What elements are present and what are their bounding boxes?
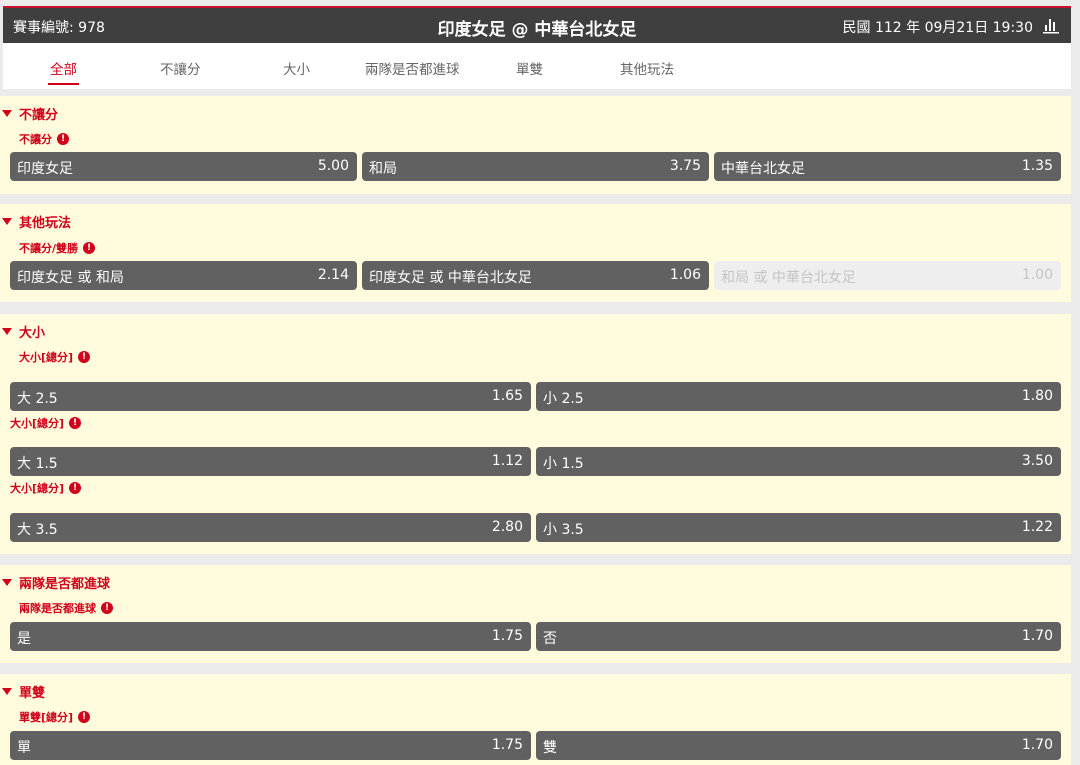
market-label: 大小[總分]!	[10, 480, 82, 496]
market-tabs: 全部 不讓分 大小 兩隊是否都進球 單雙 其他玩法	[3, 43, 1071, 89]
selection-row: 大 2.5 1.65 小 2.5 1.80	[10, 382, 1061, 411]
collapse-triangle-icon[interactable]	[2, 218, 12, 225]
collapse-triangle-icon[interactable]	[2, 688, 12, 695]
tab-both-teams-score[interactable]: 兩隊是否都進球	[365, 58, 460, 78]
odds-button[interactable]: 小 1.5 3.50	[536, 447, 1061, 476]
odds-button[interactable]: 大 1.5 1.12	[10, 447, 531, 476]
odds-button[interactable]: 否 1.70	[536, 622, 1061, 651]
collapse-triangle-icon[interactable]	[2, 579, 12, 586]
section-no-handicap: 不讓分 不讓分! 印度女足 5.00 和局 3.75 中華台北女足 1.35	[0, 96, 1071, 194]
info-icon[interactable]: !	[69, 482, 82, 494]
collapse-triangle-icon[interactable]	[2, 110, 12, 117]
section-title: 不讓分	[19, 108, 59, 123]
odds-button[interactable]: 印度女足 或 和局 2.14	[10, 261, 357, 290]
odds-button[interactable]: 印度女足 或 中華台北女足 1.06	[362, 261, 709, 290]
odds-button[interactable]: 是 1.75	[10, 622, 531, 651]
match-header: 賽事編號: 978 印度女足 @ 中華台北女足 民國 112 年 09月21日 …	[3, 6, 1071, 43]
odds-button[interactable]: 印度女足 5.00	[10, 152, 357, 181]
odds-button[interactable]: 小 3.5 1.22	[536, 513, 1061, 542]
market-label: 大小[總分]!	[10, 415, 82, 431]
section-header[interactable]: 單雙	[0, 682, 45, 701]
section-header[interactable]: 兩隊是否都進球	[0, 573, 110, 592]
section-over-under: 大小 大小[總分]! 大 2.5 1.65 小 2.5 1.80 大小[總分]! 大…	[0, 314, 1071, 554]
odds-button[interactable]: 小 2.5 1.80	[536, 382, 1061, 411]
info-icon[interactable]: !	[101, 602, 113, 614]
info-icon[interactable]: !	[69, 417, 82, 429]
tab-other-markets[interactable]: 其他玩法	[620, 58, 674, 78]
market-label: 大小[總分]!	[19, 349, 91, 365]
section-title: 兩隊是否都進球	[19, 577, 111, 592]
selection-row: 是 1.75 否 1.70	[10, 622, 1061, 651]
tab-all[interactable]: 全部	[48, 58, 79, 85]
odds-button[interactable]: 中華台北女足 1.35	[714, 152, 1061, 181]
selection-row: 大 3.5 2.80 小 3.5 1.22	[10, 513, 1061, 542]
section-header[interactable]: 不讓分	[0, 104, 58, 123]
section-title: 單雙	[19, 686, 46, 701]
market-label: 不讓分/雙勝!	[19, 240, 96, 256]
selection-row: 大 1.5 1.12 小 1.5 3.50	[10, 447, 1061, 476]
section-both-teams-score: 兩隊是否都進球 兩隊是否都進球! 是 1.75 否 1.70	[0, 565, 1071, 663]
selection-row: 印度女足 5.00 和局 3.75 中華台北女足 1.35	[10, 152, 1061, 181]
tab-odd-even[interactable]: 單雙	[516, 58, 543, 78]
tab-over-under[interactable]: 大小	[283, 58, 310, 78]
selection-row: 印度女足 或 和局 2.14 印度女足 或 中華台北女足 1.06 和局 或 中華台…	[10, 261, 1061, 290]
info-icon[interactable]: !	[78, 711, 91, 723]
info-icon[interactable]: !	[57, 133, 69, 145]
section-title: 大小	[19, 326, 46, 341]
tab-no-handicap[interactable]: 不讓分	[160, 58, 201, 78]
collapse-triangle-icon[interactable]	[2, 328, 12, 335]
market-label: 單雙[總分]!	[19, 709, 91, 725]
odds-button[interactable]: 雙 1.70	[536, 731, 1061, 760]
section-title: 其他玩法	[19, 216, 72, 231]
info-icon[interactable]: !	[83, 242, 96, 254]
market-label: 兩隊是否都進球!	[19, 600, 113, 616]
odds-button[interactable]: 大 3.5 2.80	[10, 513, 531, 542]
odds-button-disabled: 和局 或 中華台北女足 1.00	[714, 261, 1061, 290]
section-other-markets: 其他玩法 不讓分/雙勝! 印度女足 或 和局 2.14 印度女足 或 中華台北女足…	[0, 204, 1071, 302]
bar-chart-icon[interactable]	[1043, 16, 1059, 34]
market-label: 不讓分!	[19, 131, 69, 147]
selection-row: 單 1.75 雙 1.70	[10, 731, 1061, 760]
section-header[interactable]: 大小	[0, 322, 45, 341]
odds-button[interactable]: 和局 3.75	[362, 152, 709, 181]
odds-button[interactable]: 單 1.75	[10, 731, 531, 760]
info-icon[interactable]: !	[78, 351, 91, 363]
section-odd-even: 單雙 單雙[總分]! 單 1.75 雙 1.70	[0, 674, 1071, 765]
match-datetime: 民國 112 年 09月21日 19:30	[842, 20, 1034, 36]
odds-button[interactable]: 大 2.5 1.65	[10, 382, 531, 411]
section-header[interactable]: 其他玩法	[0, 212, 71, 231]
